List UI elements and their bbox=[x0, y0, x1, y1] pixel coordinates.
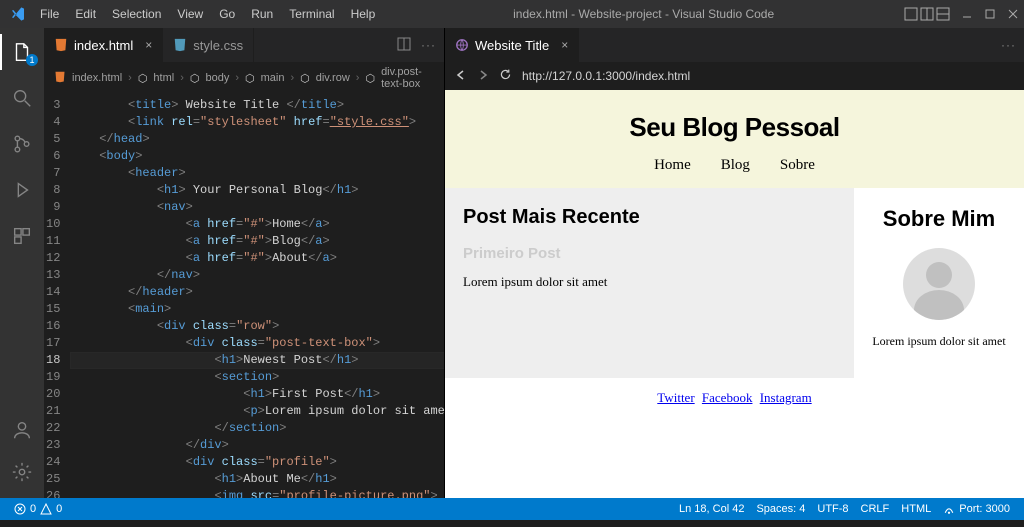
close-icon[interactable]: × bbox=[561, 38, 568, 52]
window-maximize-icon[interactable] bbox=[976, 8, 1004, 20]
menu-view[interactable]: View bbox=[169, 3, 211, 25]
window-close-icon[interactable] bbox=[1006, 7, 1020, 21]
post-title: Primeiro Post bbox=[463, 245, 836, 262]
html-file-icon bbox=[54, 38, 68, 52]
activity-scm[interactable] bbox=[0, 126, 44, 162]
footer-twitter[interactable]: Twitter bbox=[657, 390, 694, 405]
tab-label: Website Title bbox=[475, 38, 549, 53]
address-bar: http://127.0.0.1:3000/index.html bbox=[445, 62, 1024, 90]
profile-picture bbox=[903, 248, 975, 320]
tag-icon: ⬡ bbox=[138, 72, 148, 85]
about-heading: Sobre Mim bbox=[862, 206, 1016, 232]
about-body: Lorem ipsum dolor sit amet bbox=[862, 334, 1016, 349]
preview-pane[interactable]: Seu Blog Pessoal Home Blog Sobre Post Ma… bbox=[445, 90, 1024, 498]
breadcrumb[interactable]: index.html› ⬡html› ⬡body› ⬡main› ⬡div.ro… bbox=[44, 62, 444, 95]
status-eol[interactable]: CRLF bbox=[855, 503, 896, 515]
menu-terminal[interactable]: Terminal bbox=[281, 3, 342, 25]
tag-icon: ⬡ bbox=[190, 72, 200, 85]
blog-header: Seu Blog Pessoal Home Blog Sobre bbox=[445, 90, 1024, 188]
more-actions-icon[interactable]: ··· bbox=[1001, 38, 1016, 52]
menu-file[interactable]: File bbox=[32, 3, 67, 25]
menubar: File Edit Selection View Go Run Terminal… bbox=[0, 0, 1024, 28]
globe-icon bbox=[455, 38, 469, 52]
menu-help[interactable]: Help bbox=[343, 3, 384, 25]
statusbar: 0 0 Ln 18, Col 42 Spaces: 4 UTF-8 CRLF H… bbox=[0, 498, 1024, 520]
blog-nav: Home Blog Sobre bbox=[445, 157, 1024, 174]
line-numbers: 3456789101112131415161718192021222324252… bbox=[44, 95, 70, 498]
tag-icon: ⬡ bbox=[365, 72, 375, 85]
activity-debug[interactable] bbox=[0, 172, 44, 208]
window-minimize-icon[interactable] bbox=[960, 7, 974, 21]
blog-title: Seu Blog Pessoal bbox=[445, 112, 1024, 143]
status-ln-col[interactable]: Ln 18, Col 42 bbox=[673, 503, 750, 515]
tab-style-css[interactable]: style.css bbox=[163, 28, 254, 62]
split-editor-icon[interactable] bbox=[397, 37, 411, 54]
activity-search[interactable] bbox=[0, 80, 44, 116]
menu-edit[interactable]: Edit bbox=[67, 3, 104, 25]
nav-blog[interactable]: Blog bbox=[721, 157, 750, 174]
blog-footer: Twitter Facebook Instagram bbox=[445, 378, 1024, 428]
editor-layout-icons[interactable] bbox=[904, 7, 950, 21]
code-content[interactable]: <title> Website Title </title> <link rel… bbox=[70, 95, 444, 498]
activitybar: 1 bbox=[0, 28, 44, 498]
preview-tabs: Website Title × ··· bbox=[445, 28, 1024, 62]
activity-settings[interactable] bbox=[0, 454, 44, 490]
css-file-icon bbox=[173, 38, 187, 52]
window-title: index.html - Website-project - Visual St… bbox=[383, 7, 904, 21]
more-actions-icon[interactable]: ··· bbox=[421, 38, 436, 52]
nav-about[interactable]: Sobre bbox=[780, 157, 815, 174]
activity-account[interactable] bbox=[0, 412, 44, 448]
tab-index-html[interactable]: index.html × bbox=[44, 28, 163, 62]
tab-label: style.css bbox=[193, 38, 243, 53]
back-icon[interactable] bbox=[455, 69, 467, 84]
tag-icon: ⬡ bbox=[245, 72, 255, 85]
activity-extensions[interactable] bbox=[0, 218, 44, 254]
nav-home[interactable]: Home bbox=[654, 157, 691, 174]
status-spaces[interactable]: Spaces: 4 bbox=[750, 503, 811, 515]
url-field[interactable]: http://127.0.0.1:3000/index.html bbox=[522, 69, 690, 83]
latest-heading: Post Mais Recente bbox=[463, 206, 836, 229]
close-icon[interactable]: × bbox=[145, 38, 152, 52]
post-body: Lorem ipsum dolor sit amet bbox=[463, 274, 836, 290]
code-editor[interactable]: 3456789101112131415161718192021222324252… bbox=[44, 95, 444, 498]
menu-go[interactable]: Go bbox=[211, 3, 243, 25]
blog-main: Post Mais Recente Primeiro Post Lorem ip… bbox=[445, 188, 854, 378]
footer-instagram[interactable]: Instagram bbox=[760, 390, 812, 405]
status-encoding[interactable]: UTF-8 bbox=[811, 503, 854, 515]
menu-run[interactable]: Run bbox=[243, 3, 281, 25]
menu-selection[interactable]: Selection bbox=[104, 3, 169, 25]
status-port[interactable]: Port: 3000 bbox=[937, 503, 1016, 515]
footer-facebook[interactable]: Facebook bbox=[702, 390, 753, 405]
blog-sidebar: Sobre Mim Lorem ipsum dolor sit amet bbox=[854, 188, 1024, 367]
tag-icon: ⬡ bbox=[300, 72, 310, 85]
vscode-logo-icon bbox=[10, 6, 26, 22]
status-language[interactable]: HTML bbox=[895, 503, 937, 515]
status-errors[interactable]: 0 0 bbox=[8, 503, 68, 515]
editor-tabs: index.html × style.css ··· bbox=[44, 28, 444, 62]
html-file-icon bbox=[54, 71, 66, 86]
tab-label: index.html bbox=[74, 38, 133, 53]
tab-preview[interactable]: Website Title × bbox=[445, 28, 579, 62]
explorer-badge: 1 bbox=[26, 54, 38, 66]
activity-explorer[interactable]: 1 bbox=[0, 34, 44, 70]
forward-icon[interactable] bbox=[477, 69, 489, 84]
reload-icon[interactable] bbox=[499, 68, 512, 84]
